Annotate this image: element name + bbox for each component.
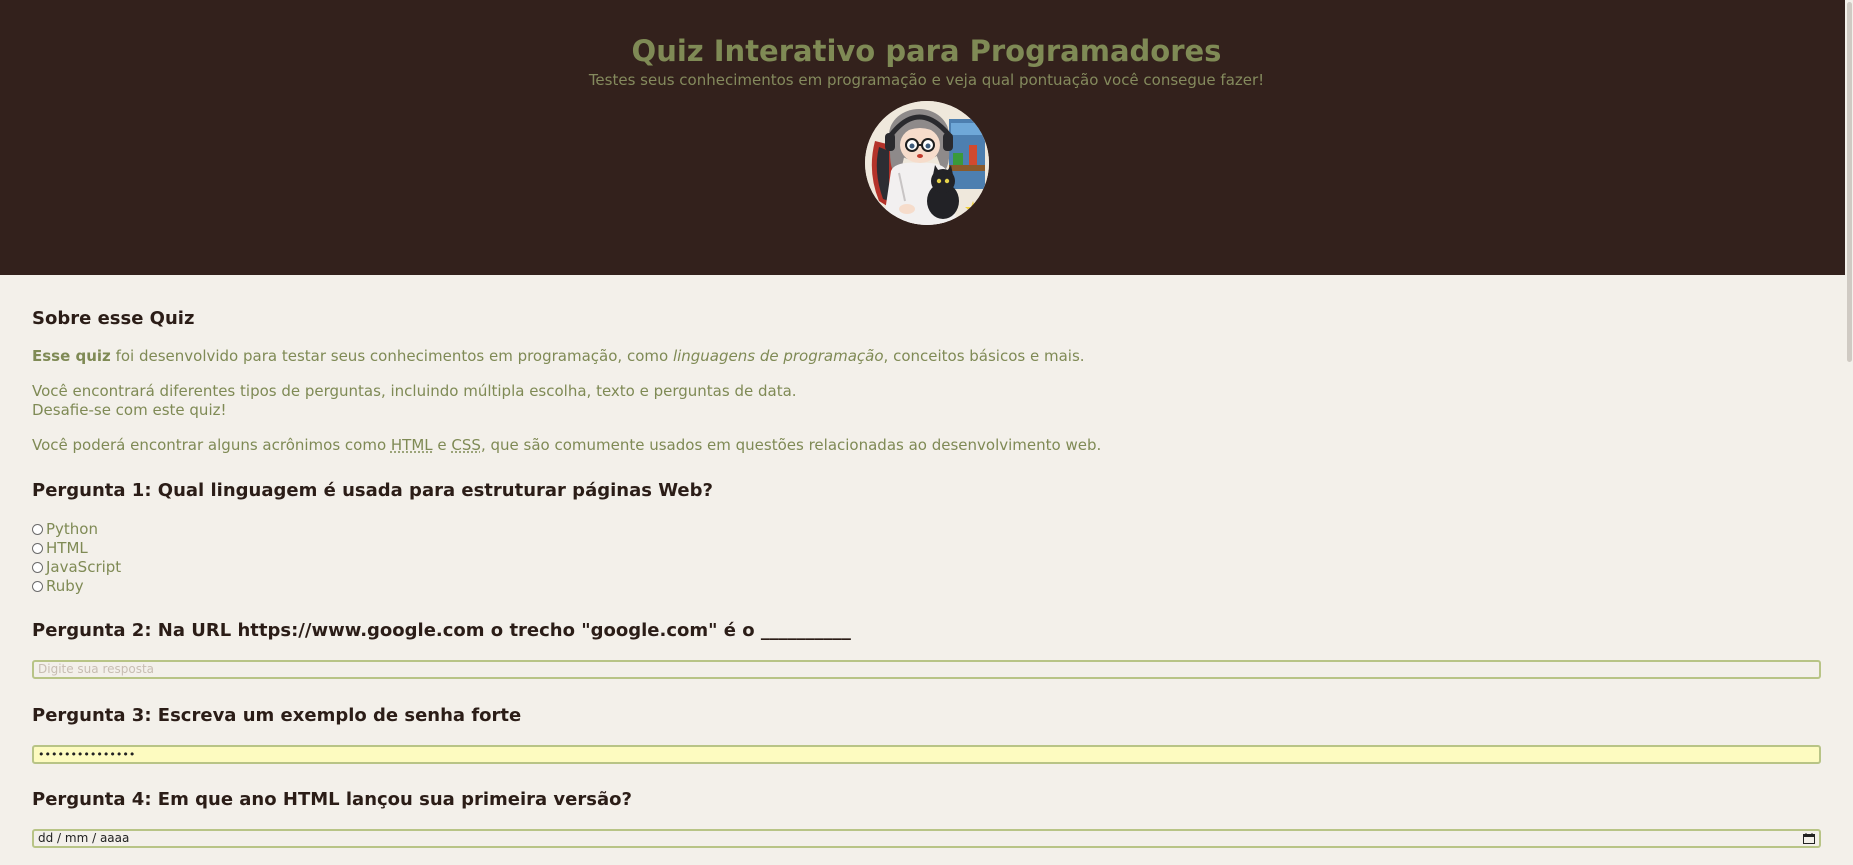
about-heading: Sobre esse Quiz [32, 308, 195, 329]
q2-answer-input[interactable]: Digite sua resposta [32, 660, 1821, 679]
about-challenge-line: Desafie-se com este quiz! [32, 401, 227, 419]
about-strong-text: Esse quiz [32, 347, 111, 365]
radio-label: Ruby [46, 577, 84, 595]
quiz-page: Quiz Interativo para Programadores Teste… [0, 0, 1853, 865]
q1-option-javascript[interactable]: JavaScript [32, 558, 121, 577]
scrollbar-thumb[interactable] [1847, 2, 1852, 362]
calendar-icon[interactable] [1803, 833, 1815, 844]
q4-date-placeholder: dd / mm / aaaa [38, 831, 130, 845]
acronyms-text-end: , que são comumente usados em questões r… [480, 436, 1102, 454]
acronyms-text-start: Você poderá encontrar alguns acrônimos c… [32, 436, 391, 454]
question-3-heading: Pergunta 3: Escreva um exemplo de senha … [32, 705, 522, 726]
about-paragraph-types: Você encontrará diferentes tipos de perg… [32, 382, 797, 420]
radio-button[interactable] [32, 543, 43, 554]
avatar [865, 101, 989, 225]
radio-label: JavaScript [46, 558, 122, 576]
about-text-mid: foi desenvolvido para testar seus conhec… [110, 347, 673, 365]
q1-option-html[interactable]: HTML [32, 539, 88, 558]
q1-option-ruby[interactable]: Ruby [32, 577, 84, 596]
radio-button[interactable] [32, 562, 43, 573]
about-text-end: , conceitos básicos e mais. [883, 347, 1085, 365]
about-types-line: Você encontrará diferentes tipos de perg… [32, 382, 797, 400]
acronyms-text-and: e [432, 436, 452, 454]
page-subtitle: Testes seus conhecimentos em programação… [588, 71, 1265, 89]
about-emphasis-text: linguagens de programação [672, 347, 884, 365]
about-paragraph-intro: Esse quiz foi desenvolvido para testar s… [32, 347, 1085, 366]
radio-button[interactable] [32, 524, 43, 535]
radio-button[interactable] [32, 581, 43, 592]
q3-password-input[interactable]: ••••••••••••••• [32, 745, 1821, 764]
q3-password-value: ••••••••••••••• [38, 748, 136, 761]
radio-label: HTML [46, 539, 88, 557]
question-4-heading: Pergunta 4: Em que ano HTML lançou sua p… [32, 789, 632, 810]
q2-answer-placeholder: Digite sua resposta [38, 662, 155, 676]
page-header: Quiz Interativo para Programadores Teste… [0, 0, 1853, 275]
question-1-heading: Pergunta 1: Qual linguagem é usada para … [32, 480, 713, 501]
abbr-css: CSS [451, 436, 481, 454]
question-2-heading: Pergunta 2: Na URL https://www.google.co… [32, 620, 851, 641]
avatar-illustration [865, 101, 989, 225]
q1-option-python[interactable]: Python [32, 520, 98, 539]
about-paragraph-acronyms: Você poderá encontrar alguns acrônimos c… [32, 436, 1101, 455]
q4-date-input[interactable]: dd / mm / aaaa [32, 829, 1821, 848]
page-scrollbar[interactable] [1845, 0, 1853, 865]
abbr-html: HTML [390, 436, 433, 454]
radio-label: Python [46, 520, 98, 538]
page-title: Quiz Interativo para Programadores [631, 34, 1222, 68]
